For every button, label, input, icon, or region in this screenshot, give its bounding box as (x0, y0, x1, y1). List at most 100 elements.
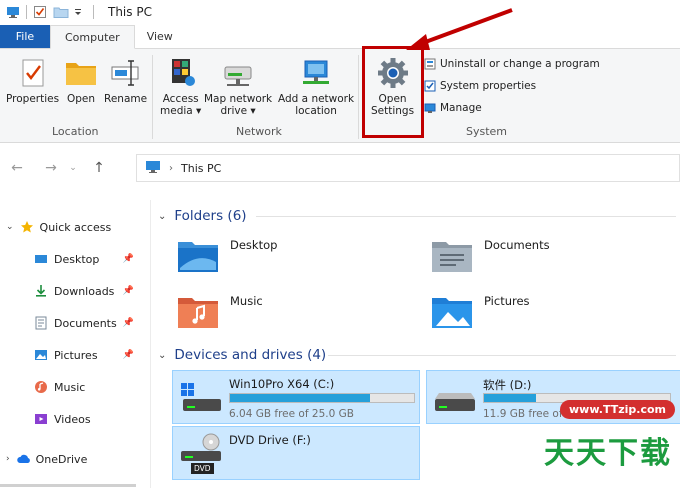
sidebar-item-desktop[interactable]: Desktop 📌 (34, 252, 150, 266)
sidebar-item-label: Pictures (54, 348, 98, 362)
network-location-icon (299, 57, 333, 89)
download-icon (34, 284, 48, 298)
dvd-drive-icon: DVD (179, 433, 223, 474)
system-group-label: System (466, 125, 508, 138)
group-separator (358, 55, 359, 139)
pin-icon[interactable]: 📌 (123, 318, 134, 328)
devices-header-label: Devices and drives (4) (174, 347, 327, 363)
title-bar: This PC (0, 0, 680, 24)
pane-divider[interactable] (150, 200, 151, 488)
dvd-badge: DVD (191, 463, 214, 474)
tab-view[interactable]: View (135, 25, 185, 48)
sidebar-item-pictures[interactable]: Pictures 📌 (34, 348, 150, 362)
map-network-drive-button[interactable]: Map network drive ▾ (204, 57, 272, 117)
sidebar-item-onedrive[interactable]: › OneDrive (6, 452, 87, 466)
pictures-folder-icon (430, 294, 474, 330)
pictures-icon (34, 348, 48, 362)
section-divider (328, 355, 676, 356)
manage-icon (424, 102, 436, 114)
folder-pictures[interactable]: Pictures (430, 294, 530, 330)
open-button[interactable]: Open (64, 57, 98, 105)
open-label: Open (66, 93, 96, 105)
drive-free-space: 6.04 GB free of 25.0 GB (229, 408, 354, 420)
onedrive-label: OneDrive (35, 452, 88, 466)
devices-section-header[interactable]: ⌄ Devices and drives (4) (158, 347, 326, 363)
window-title: This PC (108, 5, 152, 19)
rename-button[interactable]: Rename (104, 57, 147, 105)
folder-music[interactable]: Music (176, 294, 263, 330)
folder-label: Documents (484, 238, 550, 252)
breadcrumb-chevron-icon[interactable]: › (169, 163, 173, 174)
drive-f[interactable]: DVD DVD Drive (F:) (172, 426, 420, 480)
properties-icon (16, 57, 50, 89)
collapse-chevron-icon[interactable]: › (6, 454, 10, 464)
sidebar-item-downloads[interactable]: Downloads 📌 (34, 284, 150, 298)
forward-arrow-icon[interactable]: → (40, 160, 62, 176)
separator (93, 5, 94, 19)
navigation-bar: ← → ⌄ ↑ › This PC (0, 150, 680, 186)
manage-button[interactable]: Manage (424, 102, 482, 114)
sidebar-item-label: Music (54, 380, 86, 394)
folders-section-header[interactable]: ⌄ Folders (6) (158, 208, 247, 224)
pin-icon[interactable]: 📌 (123, 286, 134, 296)
new-folder-icon[interactable] (53, 5, 69, 19)
sidebar-item-label: Desktop (54, 252, 100, 266)
tab-file[interactable]: File (0, 25, 50, 48)
desktop-folder-icon (176, 238, 220, 274)
highlight-box (362, 46, 424, 138)
this-pc-icon (145, 160, 161, 177)
drive-label: DVD Drive (F:) (229, 433, 311, 447)
customize-dropdown-icon[interactable] (73, 5, 87, 19)
folder-label: Music (230, 294, 263, 308)
tab-computer[interactable]: Computer (50, 25, 135, 49)
properties-check-icon[interactable] (33, 5, 47, 19)
section-chevron-icon[interactable]: ⌄ (158, 211, 166, 222)
up-arrow-icon[interactable]: ↑ (88, 160, 110, 176)
system-properties-icon (424, 80, 436, 92)
back-arrow-icon[interactable]: ← (6, 160, 28, 176)
sidebar-item-label: Downloads (54, 284, 115, 298)
location-group-label: Location (52, 125, 99, 138)
properties-button[interactable]: Properties (6, 57, 59, 105)
folder-documents[interactable]: Documents (430, 238, 550, 274)
sidebar-item-quick-access[interactable]: ⌄ Quick access (6, 220, 111, 234)
folder-desktop[interactable]: Desktop (176, 238, 277, 274)
sidebar-scrollbar[interactable] (0, 484, 136, 487)
folder-label: Desktop (230, 238, 278, 252)
sidebar-item-documents[interactable]: Documents 📌 (34, 316, 150, 330)
navigation-pane: ⌄ Quick access Desktop 📌 Downloads 📌 Doc… (0, 200, 150, 488)
uninstall-icon (424, 58, 436, 70)
address-bar[interactable]: › This PC (136, 154, 680, 182)
access-media-button[interactable]: Access media ▾ (160, 57, 201, 117)
properties-label: Properties (6, 93, 60, 105)
add-network-location-button[interactable]: Add a network location (278, 57, 354, 117)
watermark-logo: www.TTzip.com 天天下载 (484, 392, 680, 488)
pin-icon[interactable]: 📌 (123, 350, 134, 360)
address-path[interactable]: This PC (181, 162, 221, 175)
recent-locations-chevron-icon[interactable]: ⌄ (62, 163, 84, 173)
drive-c[interactable]: Win10Pro X64 (C:) 6.04 GB free of 25.0 G… (172, 370, 420, 424)
music-folder-icon (176, 294, 220, 330)
group-separator (152, 55, 153, 139)
computer-icon[interactable] (6, 5, 20, 19)
watermark-text: 天天下载 (544, 436, 672, 471)
open-folder-icon (64, 57, 98, 89)
system-properties-button[interactable]: System properties (424, 80, 536, 92)
sidebar-item-videos[interactable]: Videos (34, 412, 91, 426)
access-media-icon (164, 57, 198, 89)
uninstall-program-button[interactable]: Uninstall or change a program (424, 58, 600, 70)
drive-usage-bar (229, 393, 415, 403)
pin-icon[interactable]: 📌 (123, 254, 134, 264)
network-group-label: Network (236, 125, 282, 138)
folder-label: Pictures (484, 294, 530, 308)
documents-folder-icon (430, 238, 474, 274)
sidebar-item-music[interactable]: Music (34, 380, 85, 394)
expand-chevron-icon[interactable]: ⌄ (6, 222, 14, 232)
section-chevron-icon[interactable]: ⌄ (158, 350, 166, 361)
map-drive-label-2: drive ▾ (220, 105, 256, 117)
cloud-icon (16, 452, 30, 466)
sidebar-item-label: Documents (54, 316, 117, 330)
separator (26, 5, 27, 19)
drive-label: Win10Pro X64 (C:) (229, 377, 335, 391)
desktop-icon (34, 252, 48, 266)
